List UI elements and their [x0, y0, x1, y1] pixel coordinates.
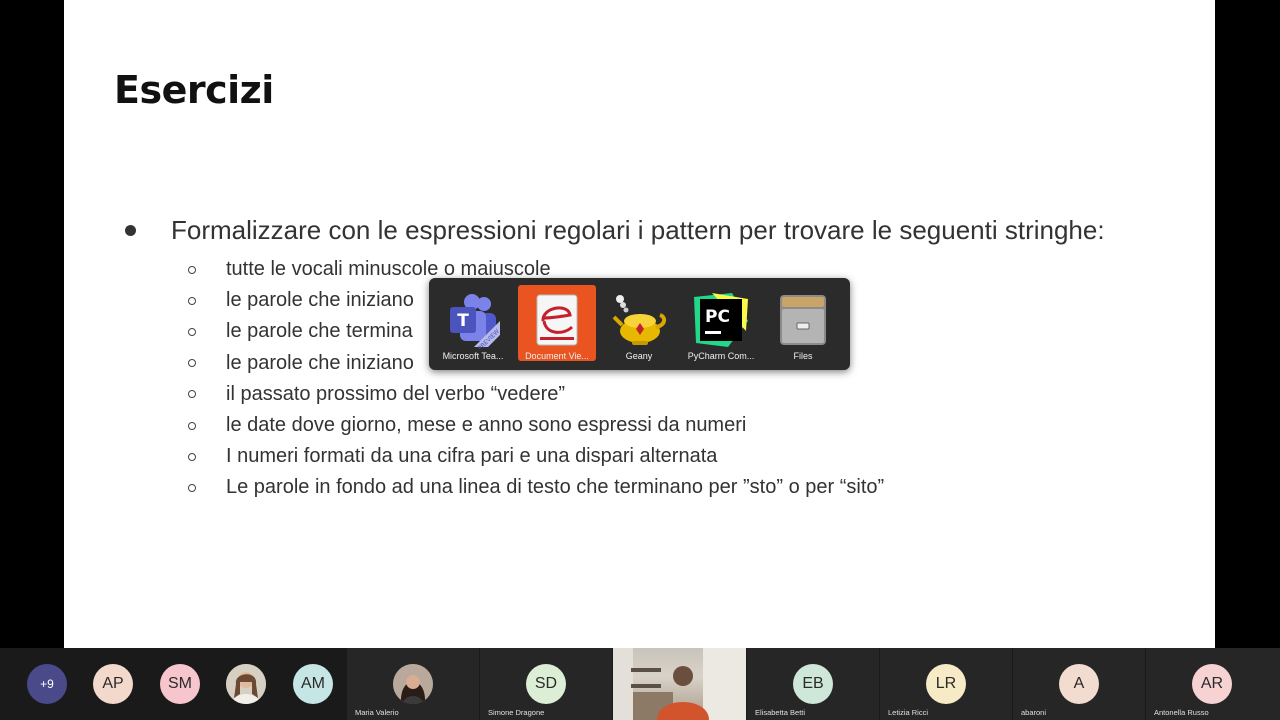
app-switcher-item-teams[interactable]: T PREVIEW Microsoft Tea... [434, 285, 512, 361]
participant-video[interactable] [613, 648, 746, 720]
avatar-photo [393, 664, 433, 704]
participant-name: Letizia Ricci [888, 708, 929, 717]
app-label: PyCharm Com... [687, 351, 755, 361]
avatar: EB [793, 664, 833, 704]
svg-text:PC: PC [705, 307, 730, 327]
list-item-text: il passato prossimo del verbo “vedere” [226, 382, 566, 405]
person-photo-icon [226, 664, 266, 704]
participant-tile[interactable]: Maria Valerio [347, 648, 479, 720]
list-item-text: le parole che iniziano [226, 289, 414, 312]
list-item-text: le parole che termina [226, 320, 413, 343]
hollow-bullet [188, 265, 196, 274]
hollow-bullet [188, 296, 196, 305]
app-label: Document Vie... [525, 351, 589, 361]
list-item: le date dove giorno, mese e anno sono es… [188, 410, 884, 441]
avatar: A [1059, 664, 1099, 704]
avatar-initials: A [1073, 675, 1085, 692]
pycharm-icon: PC [694, 293, 748, 347]
avatar-initials: LR [935, 675, 957, 692]
list-item: I numeri formati da una cifra pari e una… [188, 441, 884, 472]
app-switcher-item-geany[interactable]: Geany [600, 285, 678, 361]
participant-tile[interactable]: SD Simone Dragone [480, 648, 612, 720]
files-icon [780, 295, 826, 345]
app-label: Geany [625, 351, 653, 361]
participant-tile[interactable]: A abaroni [1013, 648, 1145, 720]
avatar-initials: AP [102, 675, 124, 692]
main-bullet-text: Formalizzare con le espressioni regolari… [171, 215, 1105, 245]
participant-tile[interactable]: LR Letizia Ricci [880, 648, 1012, 720]
hollow-bullet [188, 327, 196, 336]
list-item-text: le date dove giorno, mese e anno sono es… [226, 414, 747, 437]
avatar[interactable]: SM [160, 664, 200, 704]
avatar[interactable]: AP [93, 664, 133, 704]
app-switcher-item-pycharm[interactable]: PC PyCharm Com... [682, 285, 760, 361]
participant-name: Maria Valerio [355, 708, 399, 717]
participant-name: Elisabetta Betti [755, 708, 806, 717]
avatar-initials: SD [534, 675, 558, 692]
list-item: Le parole in fondo ad una linea di testo… [188, 472, 884, 503]
avatar-initials: SM [168, 675, 192, 692]
list-item-text: Le parole in fondo ad una linea di testo… [226, 476, 885, 499]
person-photo-icon [393, 664, 433, 704]
list-item: il passato prossimo del verbo “vedere” [188, 379, 884, 410]
participant-name: Simone Dragone [488, 708, 545, 717]
participant-name: Antonella Russo [1154, 708, 1209, 717]
list-item-text: le parole che iniziano [226, 351, 414, 374]
geany-icon [612, 295, 667, 345]
hollow-bullet [188, 359, 196, 368]
overflow-count: +9 [40, 677, 54, 691]
app-switcher: T PREVIEW Microsoft Tea... Document Vie.… [429, 278, 850, 370]
bullet-dot [125, 225, 136, 236]
avatar: LR [926, 664, 966, 704]
hollow-bullet [188, 452, 196, 461]
list-item-text: I numeri formati da una cifra pari e una… [226, 445, 718, 468]
main-bullet: Formalizzare con le espressioni regolari… [125, 215, 1105, 246]
app-switcher-item-files[interactable]: Files [764, 285, 842, 361]
more-participants-button[interactable]: +9 [27, 664, 67, 704]
avatar-initials: EB [802, 675, 824, 692]
avatar[interactable]: AM [293, 664, 333, 704]
participant-tile[interactable]: EB Elisabetta Betti [747, 648, 879, 720]
avatar-photo[interactable] [226, 664, 266, 704]
participants-bar: +9 AP SM AM Maria Valerio SD Simone Drag… [0, 648, 1280, 720]
avatar: SD [526, 664, 566, 704]
svg-text:T: T [457, 311, 469, 331]
document-viewer-icon [536, 294, 578, 346]
teams-icon: T PREVIEW [450, 294, 501, 349]
app-switcher-item-document-viewer[interactable]: Document Vie... [518, 285, 596, 361]
hollow-bullet [188, 421, 196, 430]
participant-tile[interactable]: AR Antonella Russo [1146, 648, 1280, 720]
hollow-bullet [188, 390, 196, 399]
slide-title: Esercizi [114, 68, 274, 112]
avatar: AR [1192, 664, 1232, 704]
webcam-video [613, 648, 746, 720]
app-label: Microsoft Tea... [442, 351, 504, 361]
avatar-initials: AM [301, 675, 325, 692]
app-label: Files [793, 351, 813, 361]
avatar-initials: AR [1200, 675, 1224, 692]
participant-name: abaroni [1021, 708, 1047, 717]
hollow-bullet [188, 483, 196, 492]
